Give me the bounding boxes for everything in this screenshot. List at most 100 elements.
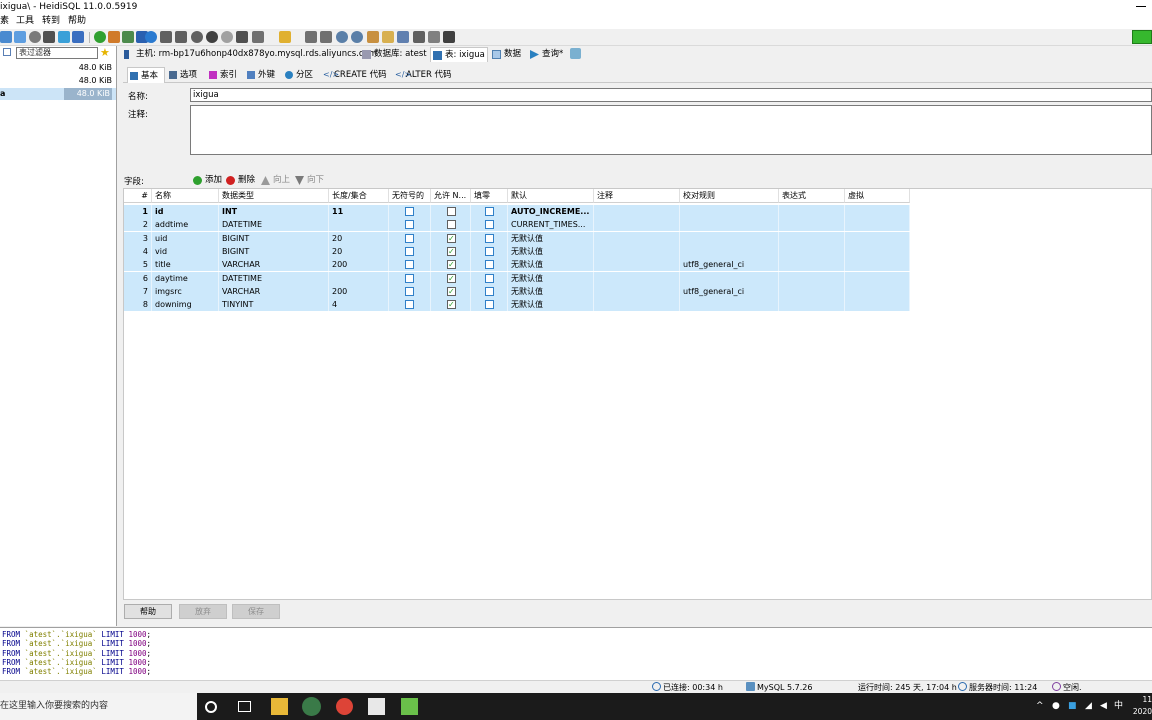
column-header-type[interactable]: 数据类型	[219, 189, 329, 203]
cell-num[interactable]: 7	[124, 284, 152, 298]
cell-default[interactable]: CURRENT_TIMES...	[508, 218, 594, 232]
cell-comment[interactable]	[594, 244, 680, 258]
cell-collation[interactable]	[680, 205, 779, 218]
cell-length[interactable]: 4	[329, 298, 389, 312]
cell-allow-null[interactable]	[431, 218, 471, 232]
checkbox[interactable]	[447, 298, 456, 311]
checkbox[interactable]	[405, 300, 414, 310]
cell-comment[interactable]	[594, 218, 680, 232]
notepad-icon[interactable]	[401, 698, 418, 715]
cell-unsigned[interactable]	[389, 244, 431, 258]
cell-name[interactable]: vid	[152, 244, 219, 258]
column-header-collation[interactable]: 校对规则	[680, 189, 779, 203]
find-icon[interactable]	[336, 31, 348, 43]
table-row[interactable]: 1 id INT 11 AUTO_INCREME...	[124, 205, 910, 218]
discard-button[interactable]: 放弃	[179, 604, 227, 619]
cell-expression[interactable]	[779, 244, 845, 258]
cell-num[interactable]: 6	[124, 271, 152, 285]
check-icon[interactable]	[221, 31, 233, 43]
task-view-icon[interactable]	[238, 701, 251, 712]
cell-zerofill[interactable]	[471, 298, 508, 312]
menu-item-search[interactable]: 素	[0, 14, 9, 29]
cell-collation[interactable]	[680, 231, 779, 245]
column-header-zerofill[interactable]: 填零	[471, 189, 508, 203]
column-header-comment[interactable]: 注释	[594, 189, 680, 203]
cell-type[interactable]: DATETIME	[219, 218, 329, 232]
refresh-icon[interactable]	[58, 31, 70, 43]
new-query-tab-icon[interactable]	[570, 48, 581, 59]
menu-item-tools[interactable]: 工具	[16, 14, 34, 29]
checkbox[interactable]	[447, 272, 456, 285]
cell-allow-null[interactable]	[431, 244, 471, 258]
cell-type[interactable]: INT	[219, 205, 329, 218]
cell-zerofill[interactable]	[471, 258, 508, 272]
checkbox[interactable]	[485, 273, 494, 283]
cell-zerofill[interactable]	[471, 244, 508, 258]
cell-name[interactable]: id	[152, 205, 219, 218]
checkbox[interactable]	[447, 245, 456, 258]
checkbox[interactable]	[447, 285, 456, 298]
users-icon[interactable]	[108, 31, 120, 43]
checkbox[interactable]	[485, 286, 494, 296]
cell-virtuality[interactable]	[845, 231, 910, 245]
checkbox[interactable]	[405, 233, 414, 243]
volume-icon[interactable]: ◀	[1100, 693, 1107, 720]
beautify-icon[interactable]	[367, 31, 379, 43]
cell-length[interactable]: 11	[329, 205, 389, 218]
checkbox[interactable]	[405, 246, 414, 256]
table-name-input[interactable]: ixigua	[190, 88, 1152, 102]
cell-length[interactable]: 20	[329, 231, 389, 245]
checkbox[interactable]	[485, 246, 494, 256]
menu-item-goto[interactable]: 转到	[42, 14, 60, 29]
add-icon[interactable]	[191, 31, 203, 43]
cell-allow-null[interactable]	[431, 271, 471, 285]
security-icon[interactable]: ■	[1068, 693, 1077, 720]
cell-name[interactable]: downimg	[152, 298, 219, 312]
cell-length[interactable]: 200	[329, 258, 389, 272]
cell-collation[interactable]	[680, 271, 779, 285]
cell-allow-null[interactable]	[431, 298, 471, 312]
cell-virtuality[interactable]	[845, 271, 910, 285]
tab-table[interactable]: 表: ixigua	[430, 47, 488, 62]
column-header-expression[interactable]: 表达式	[779, 189, 845, 203]
checkbox[interactable]	[447, 220, 456, 230]
tab-database[interactable]: 数据库: atest	[360, 47, 427, 62]
help-button[interactable]: 帮助	[124, 604, 172, 619]
tab-create-code[interactable]: </> CREATE 代码	[321, 67, 387, 83]
tree-row-selected[interactable]: a 48.0 KiB	[0, 88, 116, 100]
wrap-icon[interactable]	[413, 31, 425, 43]
tab-indexes[interactable]: 索引	[207, 67, 237, 83]
minimize-icon[interactable]	[1136, 6, 1146, 7]
column-header-num[interactable]: #	[124, 189, 152, 203]
checkbox[interactable]	[405, 220, 414, 230]
table-row[interactable]: 5titleVARCHAR200 无默认值 utf8_general_ci	[124, 258, 910, 272]
checkbox[interactable]	[485, 260, 494, 270]
checkbox[interactable]	[485, 220, 494, 230]
cell-default[interactable]: 无默认值	[508, 271, 594, 285]
sql-log[interactable]: FROM `atest`.`ixigua` LIMIT 1000; FROM `a…	[0, 627, 1152, 680]
column-header-name[interactable]: 名称	[152, 189, 219, 203]
cell-comment[interactable]	[594, 231, 680, 245]
cell-unsigned[interactable]	[389, 231, 431, 245]
taskbar-clock[interactable]: 11 2020	[1133, 694, 1152, 718]
cell-default[interactable]: 无默认值	[508, 258, 594, 272]
cell-unsigned[interactable]	[389, 218, 431, 232]
save-file-icon[interactable]	[305, 31, 317, 43]
import-icon[interactable]	[122, 31, 134, 43]
cell-expression[interactable]	[779, 271, 845, 285]
cell-unsigned[interactable]	[389, 284, 431, 298]
new-window-icon[interactable]	[0, 31, 12, 43]
tab-basic[interactable]: 基本	[127, 67, 165, 83]
column-header-default[interactable]: 默认	[508, 189, 594, 203]
binary-icon[interactable]	[397, 31, 409, 43]
cell-virtuality[interactable]	[845, 258, 910, 272]
cell-default[interactable]: 无默认值	[508, 244, 594, 258]
chrome-icon[interactable]	[336, 698, 353, 715]
tab-alter-code[interactable]: </> ALTER 代码	[393, 67, 452, 83]
cell-collation[interactable]: utf8_general_ci	[680, 284, 779, 298]
cell-length[interactable]: 20	[329, 244, 389, 258]
cell-default[interactable]: 无默认值	[508, 231, 594, 245]
cell-name[interactable]: addtime	[152, 218, 219, 232]
export-icon[interactable]	[72, 31, 84, 43]
tab-options[interactable]: 选项	[167, 67, 197, 83]
